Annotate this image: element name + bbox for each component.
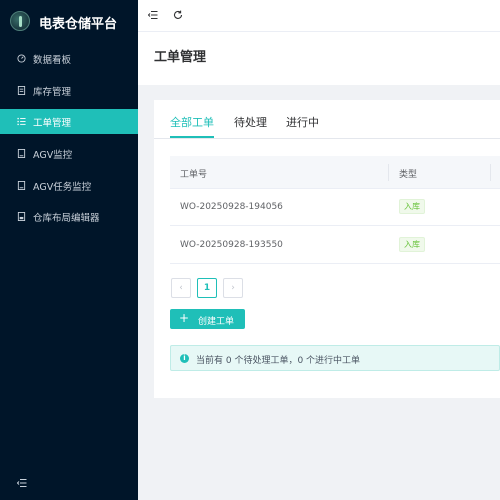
column-divider (388, 164, 389, 181)
tab-bar: 全部工单 待处理 进行中 (154, 100, 500, 139)
collapse-menu-icon[interactable] (17, 478, 27, 488)
order-id-cell: WO-20250928-193550 (180, 240, 283, 250)
type-tag: 入库 (399, 199, 425, 214)
status-alert: i 当前有 0 个待处理工单，0 个进行中工单 (170, 345, 500, 371)
list-icon (17, 117, 26, 126)
order-id-cell: WO-20250928-194056 (180, 202, 283, 212)
sidebar-item-label: 仓库布局编辑器 (33, 213, 100, 224)
type-tag: 入库 (399, 237, 425, 252)
page-header: 工单管理 (138, 32, 500, 85)
plus-icon: + (179, 311, 190, 325)
page-title: 工单管理 (154, 50, 207, 65)
tab-active-indicator (170, 136, 214, 138)
sidebar-item-work-orders[interactable]: 工单管理 (0, 109, 138, 134)
task-monitor-icon (17, 181, 26, 190)
next-page-button[interactable]: › (223, 278, 243, 298)
brand[interactable]: 电表仓储平台 (0, 0, 138, 42)
info-icon: i (180, 354, 189, 363)
app-title: 电表仓储平台 (39, 17, 118, 32)
work-order-card: 全部工单 待处理 进行中 工单号 类型 WO-20250928-194056 入… (154, 100, 500, 398)
create-button-label: 创建工单 (198, 317, 235, 327)
tab-all-orders[interactable]: 全部工单 (170, 114, 214, 130)
dashboard-icon (17, 54, 26, 63)
sidebar-item-agv-monitor[interactable]: AGV监控 (0, 141, 138, 166)
sidebar-item-layout-editor[interactable]: 仓库布局编辑器 (0, 204, 138, 229)
sidebar: 电表仓储平台 数据看板 库存管理 工单管理 AGV监控 AGV任务监控 仓库布局… (0, 0, 138, 500)
table-row[interactable]: WO-20250928-193550 入库 (170, 227, 500, 264)
column-header-type: 类型 (399, 170, 418, 180)
tab-in-progress[interactable]: 进行中 (286, 114, 319, 130)
column-header-order-id: 工单号 (180, 170, 208, 180)
sidebar-item-label: AGV任务监控 (33, 182, 92, 193)
sidebar-item-label: 库存管理 (33, 87, 72, 98)
refresh-icon[interactable] (173, 10, 183, 20)
sidebar-item-inventory[interactable]: 库存管理 (0, 78, 138, 103)
layout-editor-icon (17, 212, 26, 221)
create-work-order-button[interactable]: + 创建工单 (170, 309, 245, 329)
alert-text: 当前有 0 个待处理工单，0 个进行中工单 (196, 356, 361, 366)
monitor-icon (17, 149, 26, 158)
sidebar-item-label: 数据看板 (33, 55, 72, 66)
logo-icon (10, 11, 30, 31)
top-header (138, 0, 500, 32)
prev-page-button[interactable]: ‹ (171, 278, 191, 298)
sidebar-item-dashboard[interactable]: 数据看板 (0, 46, 138, 71)
tab-pending[interactable]: 待处理 (234, 114, 267, 130)
column-divider (490, 164, 491, 181)
sidebar-item-label: 工单管理 (33, 118, 72, 129)
page-number-button[interactable]: 1 (197, 278, 217, 298)
table-row[interactable]: WO-20250928-194056 入库 (170, 189, 500, 226)
sidebar-item-label: AGV监控 (33, 150, 73, 161)
sidebar-item-agv-task-monitor[interactable]: AGV任务监控 (0, 173, 138, 198)
table-header: 工单号 类型 (170, 156, 500, 189)
menu-fold-icon[interactable] (148, 10, 158, 20)
inventory-icon (17, 86, 26, 95)
